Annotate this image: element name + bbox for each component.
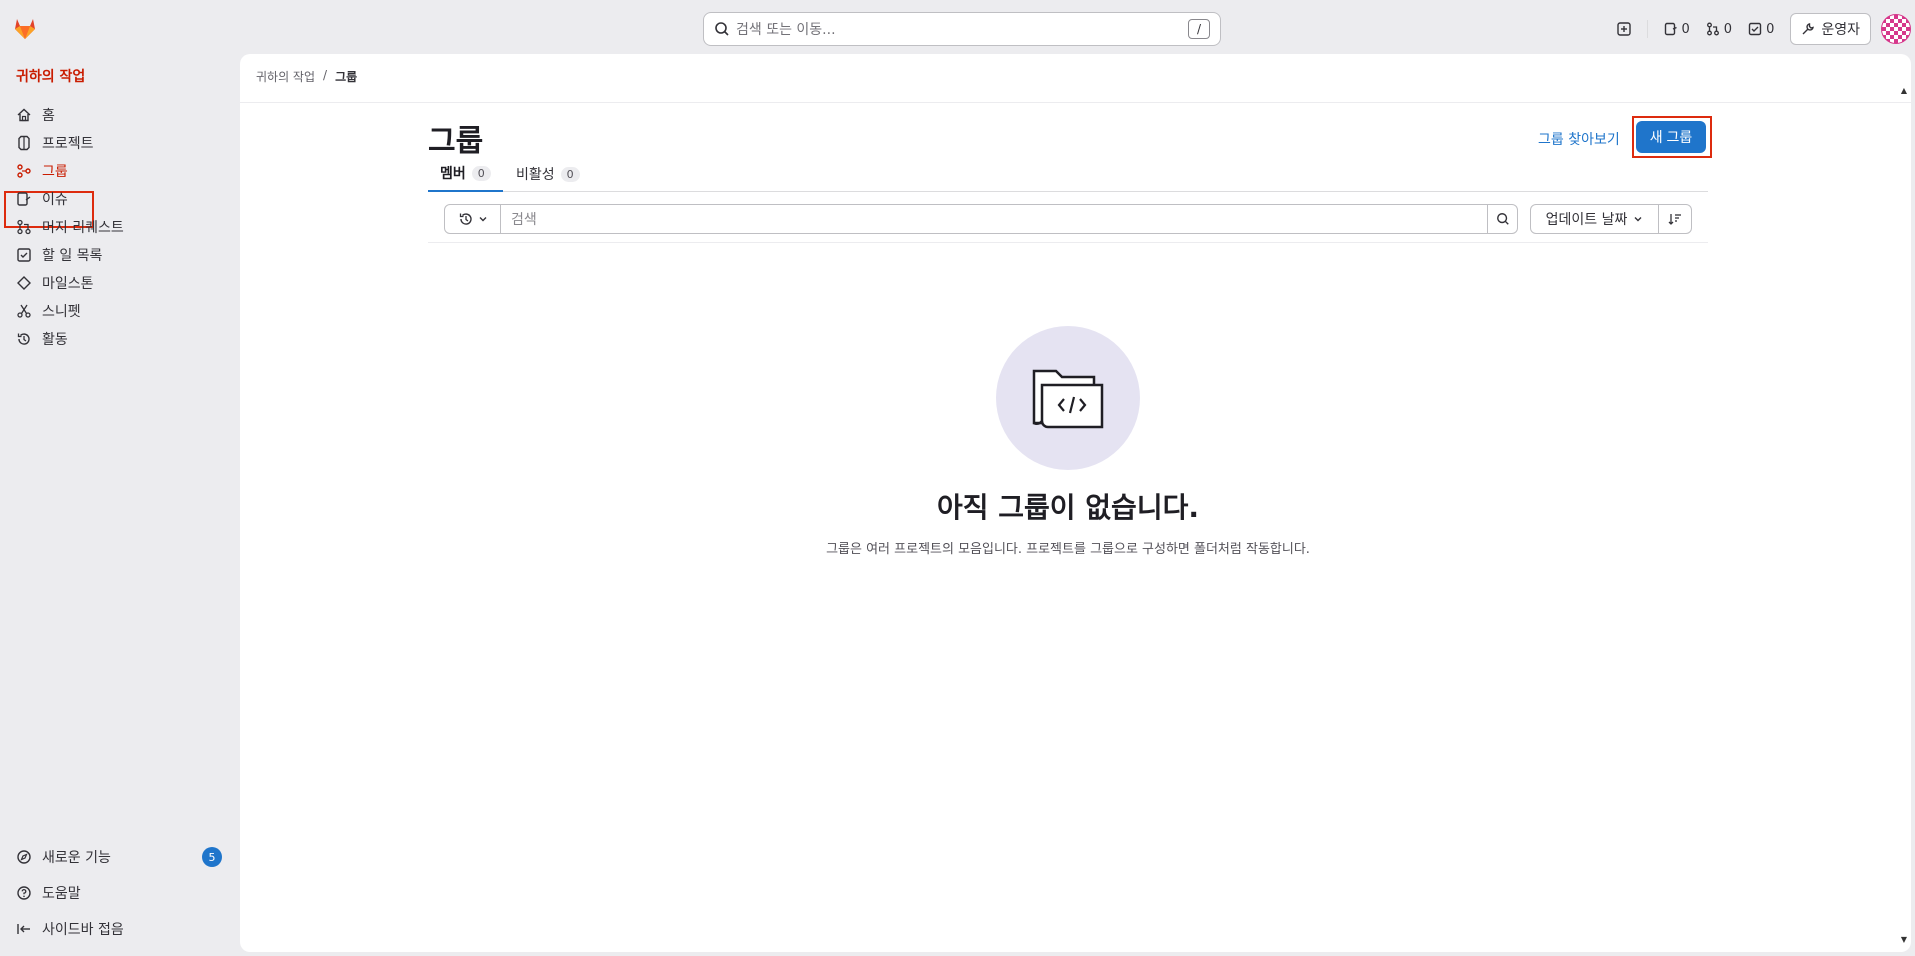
chevron-down-icon	[479, 217, 486, 222]
sort-direction-button[interactable]	[1659, 205, 1691, 233]
whats-new-button[interactable]: 새로운 기능 5	[6, 842, 230, 872]
search-icon	[1496, 213, 1509, 225]
sidebar: 귀하의 작업 홈 프로젝트 그룹 이슈 머지 리퀘스트 할 일 목록 마일스톤 …	[0, 56, 240, 956]
divider	[1646, 20, 1648, 38]
whats-new-label: 새로운 기능	[42, 850, 111, 866]
sidebar-item-milestones[interactable]: 마일스톤	[6, 268, 230, 298]
todos-count: 0	[1766, 21, 1775, 37]
filter-bar: 검색 업데이트 날짜	[428, 192, 1708, 243]
scroll-down-arrow-icon[interactable]: ▼	[1901, 935, 1907, 944]
merge-request-icon	[1706, 22, 1719, 36]
snippet-icon	[17, 304, 31, 318]
sidebar-item-merge-requests[interactable]: 머지 리퀘스트	[6, 212, 230, 242]
search-submit-button[interactable]	[1487, 205, 1517, 233]
tab-count-badge: 0	[560, 166, 580, 182]
plus-square-icon	[1616, 22, 1631, 36]
breadcrumb-divider	[240, 102, 1911, 103]
top-bar: 검색 또는 이동... / 0 0 0 운영자	[0, 0, 1915, 56]
issues-count: 0	[1681, 21, 1690, 37]
project-icon	[18, 135, 30, 151]
sidebar-item-label: 마일스톤	[42, 276, 94, 292]
help-icon	[17, 886, 31, 900]
create-new-button[interactable]	[1616, 22, 1631, 36]
sort-dropdown[interactable]: 업데이트 날짜	[1531, 205, 1659, 233]
empty-state-title: 아직 그룹이 없습니다.	[937, 491, 1199, 524]
tab-label: 멤버	[440, 166, 466, 182]
search-shortcut-key: /	[1188, 19, 1210, 39]
todo-icon	[17, 248, 31, 262]
gitlab-logo-icon[interactable]	[12, 15, 38, 41]
todos-counter-button[interactable]: 0	[1748, 22, 1774, 37]
tab-count-badge: 0	[471, 165, 491, 181]
merge-request-icon	[17, 219, 31, 235]
sidebar-title: 귀하의 작업	[16, 69, 86, 85]
collapse-left-icon	[17, 924, 30, 934]
sidebar-item-issues[interactable]: 이슈	[6, 184, 230, 214]
new-group-highlight-box	[1632, 116, 1712, 158]
sidebar-item-label: 스니펫	[42, 304, 81, 320]
admin-area-button[interactable]: 운영자	[1790, 13, 1871, 45]
filter-search-input[interactable]: 검색	[501, 205, 1487, 233]
empty-folder-illustration	[996, 326, 1140, 470]
scroll-up-arrow-icon[interactable]: ▲	[1901, 86, 1907, 95]
recent-searches-button[interactable]	[445, 205, 501, 233]
search-placeholder: 검색 또는 이동...	[736, 22, 836, 38]
sidebar-item-label: 프로젝트	[42, 136, 94, 152]
user-avatar[interactable]	[1881, 14, 1911, 44]
tab-inactive[interactable]: 비활성 0	[504, 156, 592, 192]
sidebar-item-label: 홈	[42, 108, 55, 124]
sort-lowest-icon	[1668, 214, 1681, 225]
compass-icon	[17, 850, 31, 864]
empty-state-description: 그룹은 여러 프로젝트의 모음입니다. 프로젝트를 그룹으로 구성하면 폴더처럼…	[826, 542, 1310, 557]
history-icon	[459, 213, 472, 225]
groups-tabs: 멤버 0 비활성 0	[428, 156, 1708, 192]
sidebar-item-home[interactable]: 홈	[6, 100, 230, 130]
tab-member[interactable]: 멤버 0	[428, 156, 503, 192]
merge-requests-count: 0	[1723, 21, 1733, 37]
sort-control: 업데이트 날짜	[1530, 204, 1692, 234]
sort-label: 업데이트 날짜	[1545, 212, 1628, 228]
filtered-search: 검색	[444, 204, 1518, 234]
history-icon	[17, 333, 30, 345]
breadcrumb-parent-link[interactable]: 귀하의 작업	[256, 68, 315, 85]
code-folder-icon	[1032, 369, 1104, 429]
sidebar-item-label: 활동	[42, 332, 68, 348]
whats-new-count-badge: 5	[202, 847, 222, 867]
sidebar-item-projects[interactable]: 프로젝트	[6, 128, 230, 158]
help-button[interactable]: 도움말	[6, 878, 230, 908]
admin-label: 운영자	[1821, 22, 1860, 38]
global-search-input[interactable]: 검색 또는 이동... /	[703, 12, 1221, 46]
sidebar-item-snippets[interactable]: 스니펫	[6, 296, 230, 326]
empty-state: 아직 그룹이 없습니다. 그룹은 여러 프로젝트의 모음입니다. 프로젝트를 그…	[428, 326, 1708, 557]
top-bar-actions: 0 0 0 운영자	[1616, 12, 1915, 46]
chevron-down-icon	[1634, 217, 1642, 222]
sidebar-item-label: 그룹	[42, 164, 68, 180]
sidebar-item-groups[interactable]: 그룹	[6, 156, 230, 186]
help-label: 도움말	[42, 886, 81, 902]
issues-counter-button[interactable]: 0	[1664, 22, 1690, 37]
collapse-sidebar-button[interactable]: 사이드바 접음	[6, 914, 230, 944]
issues-icon	[17, 192, 31, 206]
merge-requests-counter-button[interactable]: 0	[1706, 22, 1732, 37]
breadcrumb-current: 그룹	[335, 70, 358, 84]
issues-icon	[1664, 22, 1677, 36]
breadcrumb-separator: /	[323, 68, 328, 82]
milestone-icon	[17, 276, 31, 290]
breadcrumb: 귀하의 작업 / 그룹	[256, 68, 357, 85]
sidebar-item-todos[interactable]: 할 일 목록	[6, 240, 230, 270]
explore-groups-link[interactable]: 그룹 찾아보기	[1538, 129, 1620, 149]
sidebar-item-activity[interactable]: 활동	[6, 324, 230, 354]
group-icon	[17, 164, 31, 178]
home-icon	[17, 108, 31, 122]
wrench-icon	[1802, 23, 1815, 35]
collapse-label: 사이드바 접음	[42, 922, 124, 938]
sidebar-item-label: 할 일 목록	[42, 248, 103, 264]
search-icon	[715, 22, 729, 36]
sidebar-item-label: 이슈	[42, 192, 68, 208]
main-panel: 귀하의 작업 / 그룹 ▲ 그룹 그룹 찾아보기 새 그룹 멤버 0 비활성 0…	[240, 54, 1911, 952]
sidebar-item-label: 머지 리퀘스트	[42, 220, 124, 236]
page-title: 그룹	[428, 124, 484, 159]
todo-icon	[1748, 22, 1762, 36]
tab-label: 비활성	[516, 167, 555, 183]
